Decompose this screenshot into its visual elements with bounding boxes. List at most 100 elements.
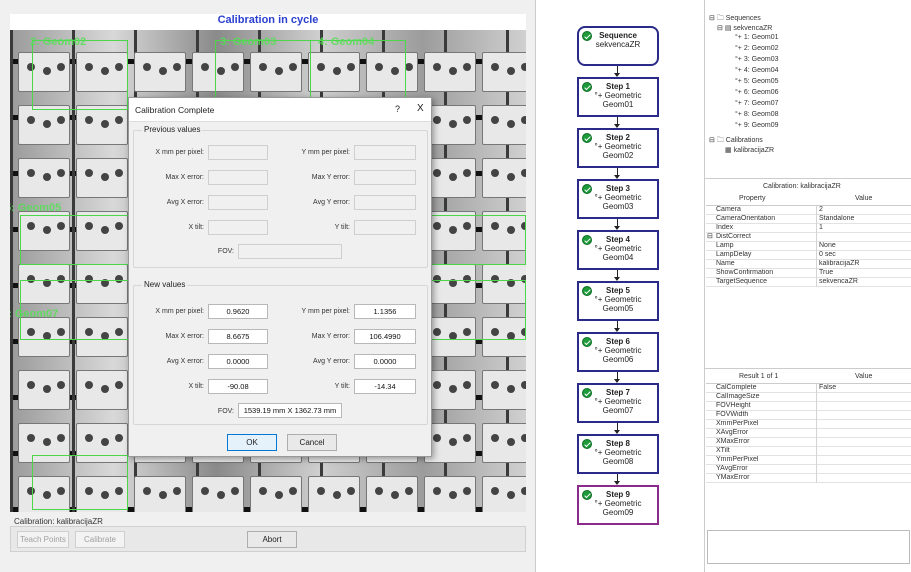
tree-step-item[interactable]: °+ 9: Geom09 — [735, 122, 778, 129]
prev-x-tilt-field[interactable] — [208, 220, 268, 235]
roi-label-geom03: 3: Geom03 — [220, 36, 277, 48]
step-name: Geom08 — [602, 457, 634, 466]
property-row[interactable]: Camera 2 — [706, 206, 911, 215]
prev-avg-y-field[interactable] — [354, 195, 416, 210]
roi-geom02 — [32, 40, 128, 110]
property-value — [816, 429, 911, 438]
tree-step-item[interactable]: °+ 4: Geom04 — [735, 67, 778, 74]
step-node[interactable]: Step 8 °+ Geometric Geom08 — [577, 434, 659, 474]
property-row[interactable]: YAvgError — [706, 465, 911, 474]
prev-y-mm-field[interactable] — [354, 145, 416, 160]
step-node[interactable]: Step 1 °+ Geometric Geom01 — [577, 77, 659, 117]
property-row[interactable]: YmmPerPixel — [706, 456, 911, 465]
step-type: Geometric — [604, 295, 642, 304]
property-row[interactable]: TargetSequence sekvencaZR — [706, 278, 911, 287]
step-node[interactable]: Step 2 °+ Geometric Geom02 — [577, 128, 659, 168]
new-values-group: New values X mm per pixel: 0.9620 Y mm p… — [133, 280, 428, 425]
new-fov-field[interactable]: 1539.19 mm X 1362.73 mm — [238, 403, 342, 418]
new-max-y-field[interactable]: 106.4990 — [354, 329, 416, 344]
tree-sequence-node[interactable]: ⊟ ▤ sekvencaZR — [717, 24, 772, 32]
prev-x-mm-label: X mm per pixel: — [155, 149, 204, 156]
property-row[interactable]: LampDelay 0 sec — [706, 251, 911, 260]
tree-step-item[interactable]: °+ 3: Geom03 — [735, 56, 778, 63]
tree-step-item[interactable]: °+ 1: Geom01 — [735, 34, 778, 41]
step-icon: °+ — [735, 67, 744, 74]
step-icon: °+ — [735, 34, 744, 41]
check-icon — [582, 235, 592, 245]
teach-points-button[interactable]: Teach Points — [17, 531, 69, 548]
property-value — [816, 456, 911, 465]
prev-y-tilt-field[interactable] — [354, 220, 416, 235]
prev-max-x-field[interactable] — [208, 170, 268, 185]
property-row[interactable]: CalImageSize — [706, 393, 911, 402]
ok-button[interactable]: OK — [227, 434, 277, 451]
breaker-module — [18, 158, 70, 198]
property-row[interactable]: Index 1 — [706, 224, 911, 233]
property-name: ShowConfirmation — [716, 269, 774, 276]
step-node[interactable]: Step 7 °+ Geometric Geom07 — [577, 383, 659, 423]
property-value — [816, 402, 911, 411]
step-node[interactable]: Step 6 °+ Geometric Geom06 — [577, 332, 659, 372]
tree-step-item[interactable]: °+ 5: Geom05 — [735, 78, 778, 85]
step-node[interactable]: Step 4 °+ Geometric Geom04 — [577, 230, 659, 270]
result-properties: Result 1 of 1 Value CalComplete False CalI… — [705, 368, 911, 526]
prev-avg-x-field[interactable] — [208, 195, 268, 210]
prev-x-tilt-label: X tilt: — [188, 224, 204, 231]
tree-step-item[interactable]: °+ 6: Geom06 — [735, 89, 778, 96]
step-node[interactable]: Step 9 °+ Geometric Geom09 — [577, 485, 659, 525]
property-row[interactable]: CalComplete False — [706, 384, 911, 393]
property-name: FOVWidth — [716, 411, 749, 418]
check-icon — [582, 133, 592, 143]
tree-step-item[interactable]: °+ 7: Geom07 — [735, 100, 778, 107]
new-x-mm-field[interactable]: 0.9620 — [208, 304, 268, 319]
flow-arrow — [614, 474, 620, 485]
property-row[interactable]: CameraOrientation Standalone — [706, 215, 911, 224]
property-row[interactable]: Lamp None — [706, 242, 911, 251]
property-name: XMaxError — [716, 438, 750, 445]
tree-step-item[interactable]: °+ 2: Geom02 — [735, 45, 778, 52]
new-y-tilt-field[interactable]: -14.34 — [354, 379, 416, 394]
sequence-node[interactable]: Sequence sekvencaZR — [577, 26, 659, 66]
property-row[interactable]: ⊟ DistCorrect — [706, 233, 911, 242]
new-avg-y-label: Avg Y error: — [313, 358, 350, 365]
prev-max-x-label: Max X error: — [165, 174, 204, 181]
tree-step-item[interactable]: °+ 8: Geom08 — [735, 111, 778, 118]
step-icon: °+ — [735, 56, 744, 63]
step-node[interactable]: Step 5 °+ Geometric Geom05 — [577, 281, 659, 321]
properties-pane: ⊟ 🗀 Sequences ⊟ ▤ sekvencaZR °+ 1: Geom0… — [704, 0, 911, 572]
property-value — [816, 447, 911, 456]
property-row[interactable]: XMaxError — [706, 438, 911, 447]
property-name: Name — [716, 260, 735, 267]
property-row[interactable]: YMaxError — [706, 474, 911, 483]
property-row[interactable]: Name kalibracijaZR — [706, 260, 911, 269]
sequence-name: sekvencaZR — [595, 40, 641, 49]
new-max-x-field[interactable]: 8.6675 — [208, 329, 268, 344]
new-x-mm-label: X mm per pixel: — [155, 308, 204, 315]
cancel-button[interactable]: Cancel — [287, 434, 337, 451]
property-name: YmmPerPixel — [716, 456, 759, 463]
tree-calibration-node[interactable]: ▦ kalibracijaZR — [725, 146, 774, 154]
property-row[interactable]: FOVHeight — [706, 402, 911, 411]
help-button[interactable]: ? — [395, 104, 400, 114]
property-row[interactable]: XmmPerPixel — [706, 420, 911, 429]
property-row[interactable]: XTilt — [706, 447, 911, 456]
breaker-module — [424, 52, 476, 92]
breaker-module — [366, 476, 418, 512]
property-row[interactable]: FOVWidth — [706, 411, 911, 420]
close-button[interactable]: X — [417, 103, 424, 114]
abort-button[interactable]: Abort — [247, 531, 297, 548]
prev-y-mm-label: Y mm per pixel: — [301, 149, 351, 156]
breaker-module — [482, 476, 526, 512]
new-avg-y-field[interactable]: 0.0000 — [354, 354, 416, 369]
prev-x-mm-field[interactable] — [208, 145, 268, 160]
check-icon — [582, 184, 592, 194]
prev-max-y-field[interactable] — [354, 170, 416, 185]
new-y-mm-field[interactable]: 1.1356 — [354, 304, 416, 319]
property-row[interactable]: ShowConfirmation True — [706, 269, 911, 278]
calibrate-button[interactable]: Calibrate — [75, 531, 125, 548]
new-x-tilt-field[interactable]: -90.08 — [208, 379, 268, 394]
new-avg-x-field[interactable]: 0.0000 — [208, 354, 268, 369]
step-node[interactable]: Step 3 °+ Geometric Geom03 — [577, 179, 659, 219]
property-row[interactable]: XAvgError — [706, 429, 911, 438]
prev-fov-field[interactable] — [238, 244, 342, 259]
